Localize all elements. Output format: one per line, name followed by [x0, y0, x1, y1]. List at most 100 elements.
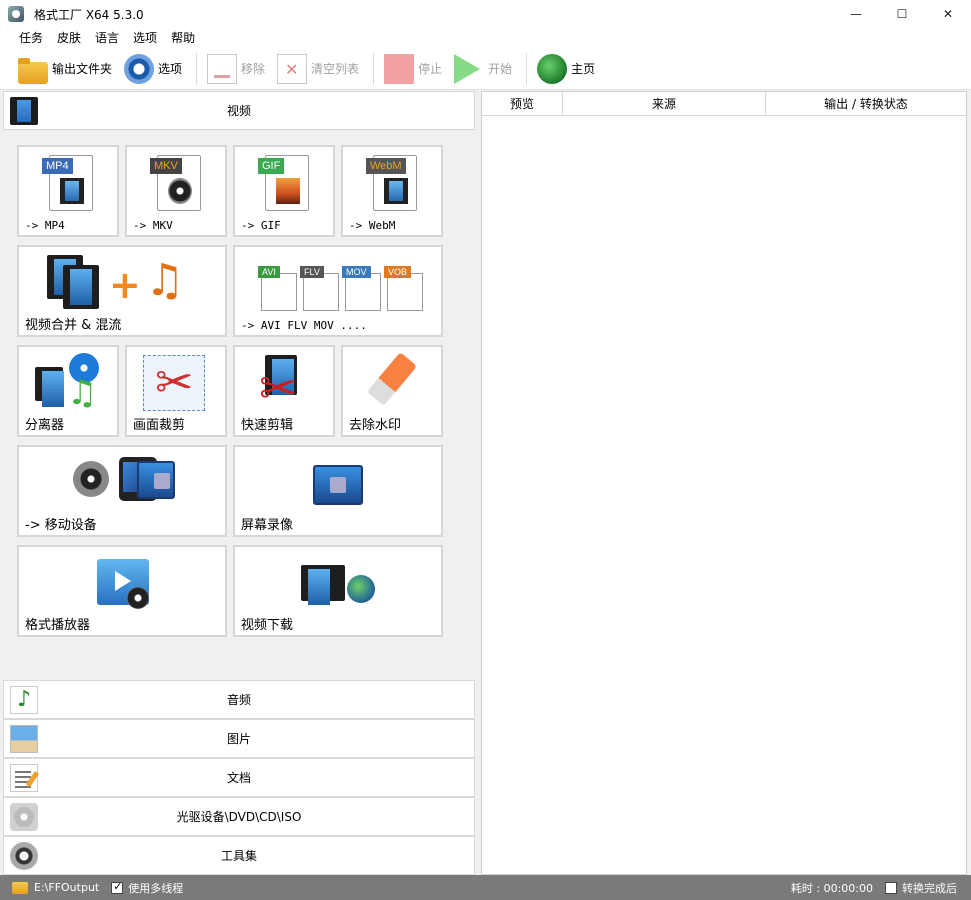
task-list-panel: 预览 来源 输出 / 转换状态	[481, 91, 967, 875]
plus-icon: +	[109, 263, 141, 307]
music-icon	[10, 686, 38, 714]
tile-splitter[interactable]: ♫ 分离器	[17, 345, 119, 437]
toolbar: 输出文件夹 选项 移除 清空列表 停止 开始 主页	[0, 48, 971, 90]
tile-mp4[interactable]: MP4 -> MP4	[17, 145, 119, 237]
menu-skin[interactable]: 皮肤	[50, 29, 88, 47]
clear-list-button[interactable]: 清空列表	[273, 51, 363, 87]
tile-screen-record[interactable]: 屏幕录像	[233, 445, 443, 537]
tile-other-formats[interactable]: AVI FLV MOV VOB -> AVI FLV MOV ....	[233, 245, 443, 337]
globe-icon	[537, 53, 568, 84]
eraser-icon	[366, 352, 418, 406]
tile-mobile[interactable]: -> 移动设备	[17, 445, 227, 537]
reel-icon	[127, 587, 149, 609]
output-path[interactable]: E:\FFOutput	[34, 881, 99, 894]
category-disc-label: 光驱设备\DVD\CD\ISO	[176, 810, 302, 824]
remove-label: 移除	[241, 62, 266, 76]
toolbar-separator	[526, 52, 528, 85]
start-label: 开始	[488, 62, 513, 76]
tile-other-formats-label: -> AVI FLV MOV ....	[241, 319, 367, 332]
category-document[interactable]: 文档	[3, 758, 475, 797]
webm-file-icon: WebM	[366, 155, 417, 211]
tile-mkv[interactable]: MKV -> MKV	[125, 145, 227, 237]
tile-mp4-label: -> MP4	[25, 219, 65, 232]
reel-icon	[168, 178, 192, 204]
output-folder-label: 输出文件夹	[52, 62, 113, 76]
tile-gif-label: -> GIF	[241, 219, 281, 232]
after-done-label: 转换完成后	[902, 881, 957, 895]
flv-badge: FLV	[300, 266, 324, 278]
tile-merge-label: 视频合并 & 混流	[25, 318, 122, 333]
film-icon	[35, 367, 64, 407]
gif-badge: GIF	[258, 158, 285, 174]
tile-player[interactable]: 格式播放器	[17, 545, 227, 637]
after-done-checkbox[interactable]	[885, 881, 897, 894]
multithread-checkbox[interactable]	[111, 880, 124, 894]
tile-download-label: 视频下载	[241, 618, 294, 633]
reel-icon	[73, 461, 109, 497]
options-icon	[124, 53, 155, 84]
formats-art: AVI FLV MOV VOB	[258, 265, 431, 313]
splitter-art: ♫	[35, 353, 105, 413]
tile-player-label: 格式播放器	[25, 618, 91, 633]
output-folder-button[interactable]: 输出文件夹	[14, 51, 116, 87]
tile-gif[interactable]: GIF -> GIF	[233, 145, 335, 237]
vob-file-icon: VOB	[384, 266, 423, 311]
options-button[interactable]: 选项	[120, 51, 186, 87]
remove-icon	[207, 53, 238, 84]
play-icon	[454, 53, 481, 84]
stop-label: 停止	[418, 62, 443, 76]
webm-badge: WebM	[366, 158, 406, 174]
column-preview[interactable]: 预览	[482, 92, 563, 115]
tools-icon	[10, 842, 38, 870]
minimize-button[interactable]: —	[833, 0, 879, 28]
menu-language[interactable]: 语言	[88, 29, 126, 47]
tile-merge[interactable]: + ♫ 视频合并 & 混流	[17, 245, 227, 337]
column-source[interactable]: 来源	[563, 92, 766, 115]
window-controls: — ☐ ✕	[833, 0, 971, 28]
close-button[interactable]: ✕	[925, 0, 971, 28]
stop-button[interactable]: 停止	[380, 51, 446, 87]
tile-quick-clip[interactable]: ✂ 快速剪辑	[233, 345, 335, 437]
film-icon	[60, 178, 84, 204]
home-button[interactable]: 主页	[533, 51, 599, 87]
globe-icon	[347, 575, 375, 603]
film-icon	[301, 565, 345, 605]
category-tools[interactable]: 工具集	[3, 836, 475, 875]
music-note-icon: ♫	[145, 255, 185, 306]
maximize-button[interactable]: ☐	[879, 0, 925, 28]
start-button[interactable]: 开始	[450, 51, 516, 87]
category-video-label: 视频	[226, 104, 251, 118]
tile-crop[interactable]: ✂ 画面裁剪	[125, 345, 227, 437]
mov-badge: MOV	[342, 266, 371, 278]
tile-webm[interactable]: WebM -> WebM	[341, 145, 443, 237]
mov-file-icon: MOV	[342, 266, 381, 311]
home-label: 主页	[571, 62, 596, 76]
elapsed-time: 耗时 : 00:00:00	[790, 881, 873, 895]
mp4-badge: MP4	[42, 158, 73, 174]
tile-mkv-label: -> MKV	[133, 219, 173, 232]
status-right: 耗时 : 00:00:00 转换完成后	[791, 880, 971, 896]
column-output-status[interactable]: 输出 / 转换状态	[766, 92, 966, 115]
category-picture[interactable]: 图片	[3, 719, 475, 758]
category-video[interactable]: 视频	[3, 91, 475, 130]
clear-list-icon	[277, 53, 308, 84]
remove-button[interactable]: 移除	[203, 51, 269, 87]
mkv-badge: MKV	[150, 158, 182, 174]
menu-options[interactable]: 选项	[126, 29, 164, 47]
menu-task[interactable]: 任务	[12, 29, 50, 47]
category-audio[interactable]: 音频	[3, 680, 475, 719]
category-disc[interactable]: 光驱设备\DVD\CD\ISO	[3, 797, 475, 836]
menu-help[interactable]: 帮助	[164, 29, 202, 47]
tile-screen-record-label: 屏幕录像	[241, 518, 294, 533]
tile-remove-watermark[interactable]: 去除水印	[341, 345, 443, 437]
category-audio-label: 音频	[226, 693, 251, 707]
folder-icon	[12, 881, 28, 894]
tile-download[interactable]: 视频下载	[233, 545, 443, 637]
tile-webm-label: -> WebM	[349, 219, 396, 232]
folder-icon	[18, 57, 48, 84]
category-panel: 视频 MP4 -> MP4 MKV -> MKV GIF -> GIF WebM…	[3, 91, 477, 875]
disc-icon	[10, 803, 38, 831]
tile-crop-label: 画面裁剪	[133, 418, 186, 433]
category-tools-label: 工具集	[220, 849, 257, 863]
window-title: 格式工厂 X64 5.3.0	[34, 7, 144, 22]
